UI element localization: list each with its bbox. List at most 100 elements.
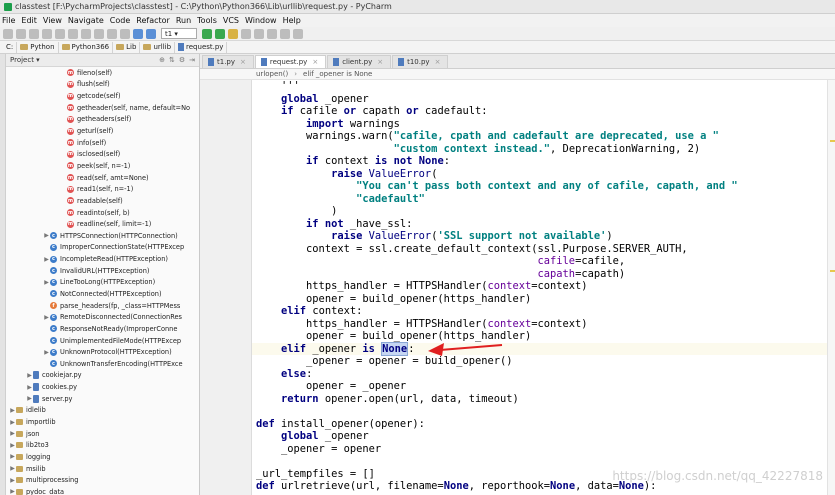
run-icon[interactable] [202, 28, 212, 39]
warning-marker[interactable] [830, 270, 835, 272]
save-all-icon[interactable] [16, 28, 26, 39]
tree-item[interactable]: f parse_headers(fp, _class=HTTPMess [6, 300, 199, 312]
tree-item[interactable]: ▶ c IncompleteRead(HTTPException) [6, 253, 199, 265]
expand-arrow-icon[interactable]: ▶ [43, 349, 50, 356]
collapse-icon[interactable]: ⇅ [169, 56, 175, 64]
tree-item[interactable]: ▶ server.py [6, 393, 199, 405]
code-line[interactable]: 204 if context is not None: [252, 155, 835, 168]
expand-arrow-icon[interactable]: ▶ [43, 256, 50, 263]
tree-item[interactable]: ▶ json [6, 428, 199, 440]
menu-item-file[interactable]: File [2, 16, 15, 25]
tree-item[interactable]: m info(self) [6, 137, 199, 149]
menu-item-edit[interactable]: Edit [21, 16, 37, 25]
tree-item[interactable]: ▶ logging [6, 451, 199, 463]
expand-arrow-icon[interactable]: ▶ [43, 279, 50, 286]
expand-arrow-icon[interactable]: ▶ [9, 453, 16, 460]
tree-item[interactable]: m readable(self) [6, 195, 199, 207]
code-line[interactable]: 203 "custom context instead.", Deprecati… [252, 143, 835, 156]
tree-item[interactable]: m peek(self, n=-1) [6, 160, 199, 172]
tab-t1-py[interactable]: t1.py × [202, 55, 254, 68]
help-icon[interactable] [293, 28, 303, 39]
code-line[interactable]: 222 opener = _opener [252, 380, 835, 393]
paste-icon[interactable] [94, 28, 104, 39]
hide-icon[interactable]: ⇥ [189, 56, 195, 64]
menu-item-run[interactable]: Run [176, 16, 191, 25]
menu-item-refactor[interactable]: Refactor [136, 16, 170, 25]
redo-icon[interactable] [55, 28, 65, 39]
code-line[interactable]: 210 raise ValueError('SSL support not av… [252, 230, 835, 243]
code-line[interactable]: 206 "You can't pass both context and any… [252, 180, 835, 193]
expand-arrow-icon[interactable]: ▶ [43, 232, 50, 239]
code-editor[interactable]: 198 '''199 global _opener200 if cafile o… [252, 80, 835, 495]
code-line[interactable]: 213 capath=capath) [252, 268, 835, 281]
tree-item[interactable]: ▶ c UnknownProtocol(HTTPException) [6, 346, 199, 358]
cut-icon[interactable] [68, 28, 78, 39]
tree-item[interactable]: ▶ c HTTPSConnection(HTTPConnection) [6, 230, 199, 242]
breadcrumb-item[interactable]: request.py [175, 41, 228, 53]
breadcrumb-item[interactable]: Python [17, 41, 59, 53]
expand-arrow-icon[interactable]: ▶ [9, 407, 16, 414]
project-panel-title[interactable]: Project [10, 56, 34, 64]
expand-arrow-icon[interactable]: ▶ [43, 314, 50, 321]
back-icon[interactable] [133, 28, 143, 39]
copy-icon[interactable] [81, 28, 91, 39]
breadcrumb-item[interactable]: Python366 [59, 41, 114, 53]
code-line[interactable]: 225def install_opener(opener): [252, 418, 835, 431]
code-line[interactable]: 223 return opener.open(url, data, timeou… [252, 393, 835, 406]
tree-item[interactable]: m fileno(self) [6, 67, 199, 79]
tree-item[interactable]: m getcode(self) [6, 90, 199, 102]
menu-item-window[interactable]: Window [245, 16, 277, 25]
run-config-select[interactable]: t1 ▾ [161, 28, 197, 39]
expand-arrow-icon[interactable]: ▶ [26, 372, 33, 379]
close-tab-icon[interactable]: × [377, 58, 383, 66]
code-line[interactable]: 207 "cadefault" [252, 193, 835, 206]
warning-marker[interactable] [830, 140, 835, 142]
code-line[interactable]: 214 https_handler = HTTPSHandler(context… [252, 280, 835, 293]
tree-item[interactable]: m read(self, amt=None) [6, 172, 199, 184]
expand-arrow-icon[interactable]: ▶ [9, 477, 16, 484]
tree-item[interactable]: c ResponseNotReady(ImproperConne [6, 323, 199, 335]
code-line[interactable]: 199 global _opener [252, 93, 835, 106]
menu-item-vcs[interactable]: VCS [223, 16, 239, 25]
expand-arrow-icon[interactable]: ▶ [9, 465, 16, 472]
tab-t10-py[interactable]: t10.py × [392, 55, 449, 68]
code-line[interactable]: 221 else: [252, 368, 835, 381]
menu-item-tools[interactable]: Tools [197, 16, 217, 25]
editor-crumb-function[interactable]: urlopen() [256, 70, 288, 78]
expand-arrow-icon[interactable]: ▶ [26, 395, 33, 402]
code-line[interactable]: 216 elif context: [252, 305, 835, 318]
code-line[interactable]: 227 _opener = opener [252, 443, 835, 456]
tab-request-py[interactable]: request.py × [254, 55, 327, 68]
tree-item[interactable]: c InvalidURL(HTTPException) [6, 265, 199, 277]
code-line[interactable]: 215 opener = build_opener(https_handler) [252, 293, 835, 306]
code-line[interactable]: 202 warnings.warn("cafile, cpath and cad… [252, 130, 835, 143]
open-icon[interactable] [3, 28, 13, 39]
find-icon[interactable] [107, 28, 117, 39]
tree-item[interactable]: c NotConnected(HTTPException) [6, 288, 199, 300]
code-line[interactable]: 226 global _opener [252, 430, 835, 443]
code-line[interactable]: 224 [252, 405, 835, 418]
structure-icon[interactable] [280, 28, 290, 39]
forward-icon[interactable] [146, 28, 156, 39]
tree-item[interactable]: ▶ pydoc_data [6, 486, 199, 495]
tree-item[interactable]: ▶ c LineTooLong(HTTPException) [6, 277, 199, 289]
expand-arrow-icon[interactable]: ▶ [9, 488, 16, 495]
menu-item-code[interactable]: Code [110, 16, 130, 25]
settings-icon[interactable] [267, 28, 277, 39]
menu-item-view[interactable]: View [43, 16, 62, 25]
code-line[interactable]: 217 https_handler = HTTPSHandler(context… [252, 318, 835, 331]
tree-item[interactable]: ▶ idlelib [6, 405, 199, 417]
tree-item[interactable]: m isclosed(self) [6, 148, 199, 160]
vcs-icon[interactable] [254, 28, 264, 39]
gear-icon[interactable]: ⚙ [179, 56, 185, 64]
replace-icon[interactable] [120, 28, 130, 39]
tree-item[interactable]: m readinto(self, b) [6, 207, 199, 219]
tree-item[interactable]: m flush(self) [6, 79, 199, 91]
tab-client-py[interactable]: client.py × [327, 55, 392, 68]
code-line[interactable]: 211 context = ssl.create_default_context… [252, 243, 835, 256]
menu-item-help[interactable]: Help [283, 16, 301, 25]
tree-item[interactable]: ▶ multiprocessing [6, 474, 199, 486]
code-line[interactable]: 218 opener = build_opener(https_handler) [252, 330, 835, 343]
breadcrumb-item[interactable]: urllib [140, 41, 176, 53]
tree-item[interactable]: ▶ cookies.py [6, 381, 199, 393]
